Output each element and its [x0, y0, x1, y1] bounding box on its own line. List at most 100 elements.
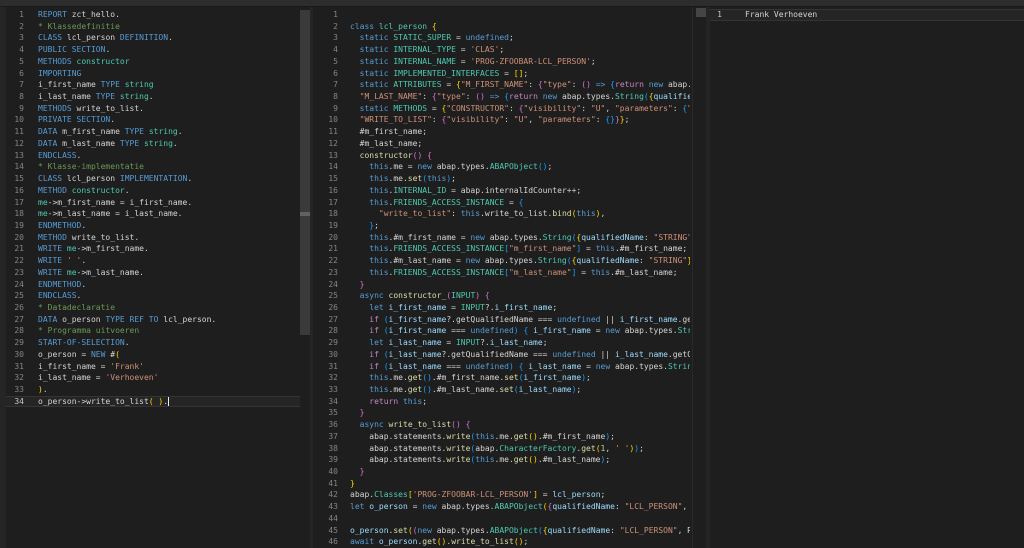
editor-out[interactable]: 1 Frank Verhoeven	[710, 7, 1024, 548]
code-line[interactable]: 32 i_last_name = 'Verhoeven'	[6, 372, 300, 384]
code-line[interactable]: 1 REPORT zct_hello.	[6, 9, 300, 21]
line-number: 32	[328, 373, 338, 383]
code-line[interactable]: 25 async constructor_(INPUT) {	[313, 290, 690, 302]
code-line[interactable]: 21 WRITE me->m_first_name.	[6, 243, 300, 255]
code-line[interactable]: 9 static METHODS = {"CONSTRUCTOR": {"vis…	[313, 103, 690, 115]
code-line[interactable]: 3 CLASS lcl_person DEFINITION.	[6, 32, 300, 44]
code-line[interactable]: 8 i_last_name TYPE string.	[6, 91, 300, 103]
code-line[interactable]: 17 me->m_first_name = i_first_name.	[6, 197, 300, 209]
code-line[interactable]: 9 METHODS write_to_list.	[6, 103, 300, 115]
code-line[interactable]: 10 "WRITE_TO_LIST": {"visibility": "U", …	[313, 114, 690, 126]
code-line[interactable]: 3 static STATIC_SUPER = undefined;	[313, 32, 690, 44]
code-line[interactable]: 19 ENDMETHOD.	[6, 220, 300, 232]
code-line[interactable]: 11 DATA m_first_name TYPE string.	[6, 126, 300, 138]
code-line[interactable]: 22 WRITE ' '.	[6, 255, 300, 267]
code-line[interactable]: 27 DATA o_person TYPE REF TO lcl_person.	[6, 314, 300, 326]
code-line[interactable]: 18 me->m_last_name = i_last_name.	[6, 208, 300, 220]
code-line[interactable]: 36 async write_to_list() {	[313, 419, 690, 431]
code-line[interactable]: 41}	[313, 478, 690, 490]
code-text: PRIVATE SECTION.	[38, 115, 116, 125]
code-line[interactable]: 5 static INTERNAL_NAME = 'PROG-ZFOOBAR-L…	[313, 56, 690, 68]
code-line[interactable]: 24 }	[313, 279, 690, 291]
code-line[interactable]: 6 static IMPLEMENTED_INTERFACES = [];	[313, 68, 690, 80]
code-line[interactable]: 33).	[6, 384, 300, 396]
line-number: 17	[328, 197, 338, 207]
code-line[interactable]: 15 CLASS lcl_person IMPLEMENTATION.	[6, 173, 300, 185]
code-line[interactable]: 34 o_person->write_to_list( ).	[6, 396, 300, 408]
code-line[interactable]: 28 * Programma uitvoeren	[6, 325, 300, 337]
code-line[interactable]: 6 IMPORTING	[6, 68, 300, 80]
code-line[interactable]: 11 #m_first_name;	[313, 126, 690, 138]
code-line[interactable]: 23 this.FRIENDS_ACCESS_INSTANCE["m_last_…	[313, 267, 690, 279]
code-line[interactable]: 29 let i_last_name = INPUT?.i_last_name;	[313, 337, 690, 349]
code-text: this.#m_last_name = new abap.types.Strin…	[369, 256, 690, 266]
line-number: 12	[328, 138, 338, 148]
code-text: PUBLIC SECTION.	[38, 45, 111, 55]
code-line[interactable]: 28 if (i_first_name === undefined) { i_f…	[313, 325, 690, 337]
code-line[interactable]: 13 ENDCLASS.	[6, 150, 300, 162]
code-line[interactable]: 20 METHOD write_to_list.	[6, 232, 300, 244]
code-line[interactable]: 37 abap.statements.write(this.me.get().#…	[313, 431, 690, 443]
code-line[interactable]: 14 * Klasse-implementatie	[6, 161, 300, 173]
code-line[interactable]: 1	[313, 9, 690, 21]
abap-scrollbar-thumb[interactable]	[300, 10, 310, 335]
code-line[interactable]: 4 static INTERNAL_TYPE = 'CLAS';	[313, 44, 690, 56]
code-line[interactable]: 4 PUBLIC SECTION.	[6, 44, 300, 56]
line-number: 21	[328, 244, 338, 254]
line-number: 12	[14, 138, 24, 148]
code-lines[interactable]: 1 Frank Verhoeven	[710, 9, 1024, 21]
code-line[interactable]: 20 this.#m_first_name = new abap.types.S…	[313, 232, 690, 244]
editor-abap[interactable]: 1 REPORT zct_hello. 2 * Klassedefinitie 3 CLA…	[6, 7, 310, 548]
code-lines[interactable]: 1 REPORT zct_hello. 2 * Klassedefinitie 3 CLA…	[6, 9, 300, 407]
code-line[interactable]: 19 };	[313, 220, 690, 232]
code-line[interactable]: 44	[313, 513, 690, 525]
code-line[interactable]: 17 this.FRIENDS_ACCESS_INSTANCE = {	[313, 197, 690, 209]
code-line[interactable]: 43 let o_person = new abap.types.ABAPObje…	[313, 501, 690, 513]
code-line[interactable]: 39 abap.statements.write(this.me.get().#…	[313, 454, 690, 466]
code-line[interactable]: 2 * Klassedefinitie	[6, 21, 300, 33]
code-line[interactable]: 15 this.me.set(this);	[313, 173, 690, 185]
code-text: #m_first_name;	[350, 127, 428, 137]
code-line[interactable]: 26 * Datadeclaratie	[6, 302, 300, 314]
code-line[interactable]: 7 static ATTRIBUTES = {"M_FIRST_NAME": {…	[313, 79, 690, 91]
code-line[interactable]: 5 METHODS constructor	[6, 56, 300, 68]
code-line[interactable]: 23 WRITE me->m_last_name.	[6, 267, 300, 279]
code-line[interactable]: 42 abap.Classes['PROG-ZFOOBAR-LCL_PERSON'…	[313, 489, 690, 501]
code-line[interactable]: 12 #m_last_name;	[313, 138, 690, 150]
code-line[interactable]: 16 this.INTERNAL_ID = abap.internalIdCou…	[313, 185, 690, 197]
code-line[interactable]: 24 ENDMETHOD.	[6, 279, 300, 291]
code-line[interactable]: 32 this.me.get().#m_first_name.set(i_fir…	[313, 372, 690, 384]
code-line[interactable]: 33 this.me.get().#m_last_name.set(i_last…	[313, 384, 690, 396]
code-line[interactable]: 45 o_person.set((new abap.types.ABAPObjec…	[313, 525, 690, 537]
code-line[interactable]: 10 PRIVATE SECTION.	[6, 114, 300, 126]
code-line[interactable]: 8 "M_LAST_NAME": {"type": () => {return …	[313, 91, 690, 103]
code-line[interactable]: 1 Frank Verhoeven	[710, 9, 1024, 21]
code-line[interactable]: 22 this.#m_last_name = new abap.types.St…	[313, 255, 690, 267]
code-line[interactable]: 14 this.me = new abap.types.ABAPObject()…	[313, 161, 690, 173]
js-scrollbar-thumb[interactable]	[696, 8, 706, 17]
code-text: abap.Classes['PROG-ZFOOBAR-LCL_PERSON'] …	[350, 490, 606, 500]
code-line[interactable]: 12 DATA m_last_name TYPE string.	[6, 138, 300, 150]
code-line[interactable]: 16 METHOD constructor.	[6, 185, 300, 197]
code-line[interactable]: 34 return this;	[313, 396, 690, 408]
code-line[interactable]: 21 this.FRIENDS_ACCESS_INSTANCE["m_first…	[313, 243, 690, 255]
code-line[interactable]: 18 "write_to_list": this.write_to_list.b…	[313, 208, 690, 220]
code-line[interactable]: 27 if (i_first_name?.getQualifiedName ==…	[313, 314, 690, 326]
line-number: 15	[14, 174, 24, 184]
code-line[interactable]: 46 await o_person.get().write_to_list();	[313, 536, 690, 548]
code-line[interactable]: 13 constructor() {	[313, 150, 690, 162]
code-line[interactable]: 35 }	[313, 407, 690, 419]
code-line[interactable]: 30 o_person = NEW #(	[6, 349, 300, 361]
code-line[interactable]: 38 abap.statements.write(abap.CharacterF…	[313, 443, 690, 455]
code-line[interactable]: 30 if (i_last_name?.getQualifiedName ===…	[313, 349, 690, 361]
code-line[interactable]: 7 i_first_name TYPE string	[6, 79, 300, 91]
code-line[interactable]: 40 }	[313, 466, 690, 478]
code-line[interactable]: 31 if (i_last_name === undefined) { i_la…	[313, 361, 690, 373]
editor-js[interactable]: 1 2 class lcl_person {3 static STATIC_SUPE…	[313, 7, 710, 548]
code-line[interactable]: 29 START-OF-SELECTION.	[6, 337, 300, 349]
code-line[interactable]: 25 ENDCLASS.	[6, 290, 300, 302]
code-line[interactable]: 31 i_first_name = 'Frank'	[6, 361, 300, 373]
code-lines[interactable]: 1 2 class lcl_person {3 static STATIC_SUPE…	[313, 9, 690, 548]
code-line[interactable]: 26 let i_first_name = INPUT?.i_first_nam…	[313, 302, 690, 314]
code-line[interactable]: 2 class lcl_person {	[313, 21, 690, 33]
